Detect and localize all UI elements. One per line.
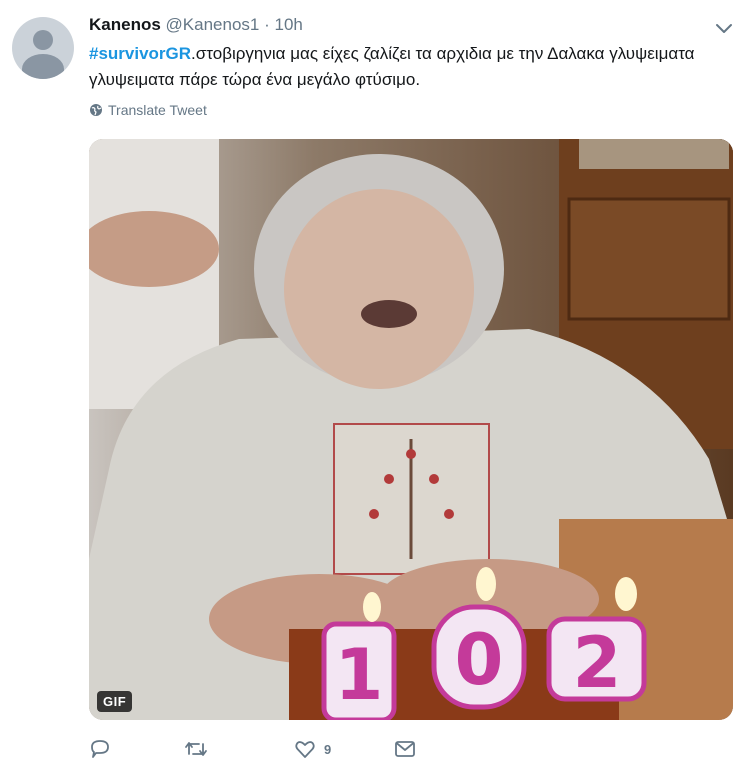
translate-label: Translate Tweet	[108, 102, 207, 118]
svg-text:2: 2	[573, 622, 622, 704]
translate-tweet-link[interactable]: Translate Tweet	[89, 102, 207, 118]
gif-image: 1 0 2	[89, 139, 733, 720]
like-button[interactable]: 9	[294, 738, 394, 760]
timestamp[interactable]: 10h	[275, 15, 303, 34]
avatar-default-icon	[33, 30, 53, 50]
chevron-down-icon[interactable]	[713, 17, 735, 39]
reply-icon	[91, 740, 109, 758]
media-gif[interactable]: 1 0 2 GIF	[89, 139, 733, 720]
hashtag-link[interactable]: #survivorGR	[89, 44, 191, 63]
like-count: 9	[324, 741, 332, 757]
gif-badge: GIF	[97, 691, 133, 712]
direct-message-button[interactable]	[394, 739, 416, 759]
message-icon	[395, 741, 415, 757]
like-icon	[295, 741, 315, 758]
reply-button[interactable]	[89, 738, 184, 760]
avatar[interactable]	[12, 17, 74, 79]
svg-text:1: 1	[335, 634, 384, 716]
author-handle[interactable]: @Kanenos1	[166, 15, 260, 34]
tweet-text: #survivorGR.στοβιργηνια μας είχες ζαλίζε…	[89, 41, 709, 93]
tweet-header: Kanenos @Kanenos1 · 10h	[89, 15, 303, 35]
tweet-actions: 9	[89, 738, 416, 760]
svg-text:0: 0	[455, 619, 504, 701]
globe-icon	[90, 104, 102, 116]
separator: ·	[264, 15, 270, 34]
author-name[interactable]: Kanenos	[89, 15, 161, 34]
retweet-icon	[185, 742, 207, 756]
retweet-button[interactable]	[184, 738, 294, 760]
avatar-default-icon-body	[22, 54, 64, 79]
